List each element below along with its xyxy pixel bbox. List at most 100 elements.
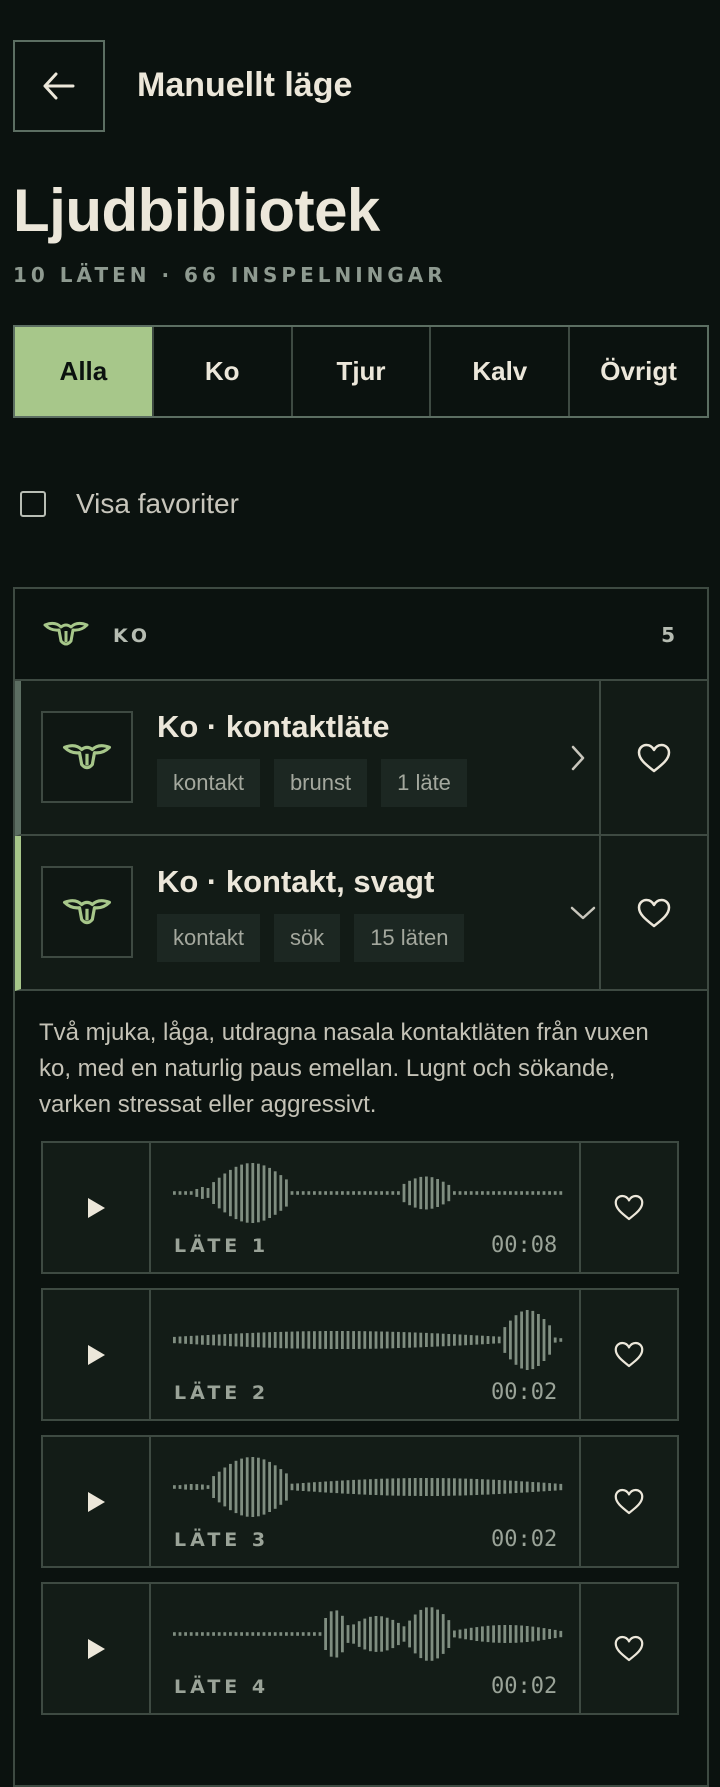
- waveform-bar: [430, 1177, 434, 1209]
- waveform-bar: [324, 1331, 327, 1349]
- waveform-bar: [178, 1485, 182, 1489]
- recording-duration: 00:02: [491, 1380, 558, 1405]
- waveform-bar: [296, 1632, 299, 1636]
- waveform-bar: [324, 1618, 327, 1650]
- back-button[interactable]: [13, 40, 105, 132]
- waveform-bar: [492, 1479, 495, 1495]
- tag: kontakt: [157, 759, 260, 807]
- waveform-bar: [464, 1191, 467, 1195]
- waveform-bar: [374, 1616, 378, 1652]
- waveform-bar: [313, 1482, 316, 1492]
- heart-icon: [637, 743, 671, 772]
- tab-ovrigt[interactable]: Övrigt: [570, 327, 707, 416]
- waveform-bar: [212, 1476, 215, 1498]
- waveform-bar: [363, 1191, 367, 1195]
- waveform[interactable]: [173, 1457, 565, 1517]
- waveform-bar: [201, 1632, 204, 1636]
- waveform-bar: [419, 1176, 423, 1210]
- sound-description: Två mjuka, låga, utdragna nasala kontakt…: [39, 1019, 649, 1118]
- chevron-right-icon[interactable]: [569, 743, 587, 773]
- favorites-label: Visa favoriter: [76, 488, 239, 519]
- waveform-bar: [173, 1336, 176, 1344]
- waveform-bar: [257, 1457, 260, 1517]
- waveform-bar: [257, 1163, 260, 1223]
- play-button[interactable]: [43, 1584, 151, 1713]
- tab-kalv[interactable]: Kalv: [431, 327, 571, 416]
- waveform-bar: [486, 1479, 490, 1495]
- heart-icon: [614, 1635, 644, 1662]
- recording-row: LÄTE 2 00:02: [41, 1288, 679, 1421]
- waveform-bar: [436, 1609, 439, 1659]
- waveform-bar: [475, 1335, 479, 1345]
- header-title: Manuellt läge: [137, 66, 353, 104]
- waveform-bar: [458, 1629, 462, 1639]
- favorite-button[interactable]: [579, 1584, 677, 1713]
- waveform-bar: [430, 1607, 434, 1661]
- favorite-button[interactable]: [579, 1290, 677, 1419]
- waveform-bar: [475, 1627, 479, 1641]
- arrow-left-icon: [43, 72, 75, 100]
- waveform-bar: [335, 1480, 339, 1494]
- waveform-bar: [503, 1327, 507, 1353]
- favorite-button[interactable]: [579, 1437, 677, 1566]
- heart-icon: [637, 898, 671, 927]
- waveform[interactable]: [173, 1604, 565, 1664]
- waveform-bar: [391, 1478, 395, 1496]
- waveform-bar: [369, 1616, 372, 1652]
- tag: kontakt: [157, 914, 260, 962]
- tab-alla[interactable]: Alla: [15, 327, 154, 416]
- waveform-bar: [313, 1331, 316, 1349]
- favorites-checkbox[interactable]: [20, 491, 46, 517]
- waveform-bar: [307, 1331, 311, 1349]
- group-header[interactable]: KO 5: [15, 589, 707, 681]
- waveform-bar: [229, 1463, 232, 1511]
- waveform-bar: [469, 1335, 473, 1345]
- waveform-bar: [464, 1334, 467, 1346]
- waveform-bar: [223, 1173, 227, 1213]
- waveform-bar: [173, 1485, 176, 1489]
- waveform-bar: [391, 1331, 395, 1349]
- play-button[interactable]: [43, 1437, 151, 1566]
- waveform-bar: [285, 1632, 288, 1636]
- waveform-bar: [374, 1331, 378, 1349]
- play-button[interactable]: [43, 1290, 151, 1419]
- waveform-bar: [503, 1480, 507, 1494]
- waveform-bar: [497, 1625, 501, 1643]
- waveform[interactable]: [173, 1163, 565, 1223]
- chevron-down-icon[interactable]: [569, 898, 597, 928]
- recording-label: LÄTE 4: [174, 1676, 270, 1698]
- tab-tjur[interactable]: Tjur: [293, 327, 432, 416]
- waveform-bar: [262, 1165, 266, 1221]
- sound-item[interactable]: Ko · kontaktläte kontakt brunst 1 läte: [15, 681, 707, 836]
- waveform-bar: [391, 1619, 395, 1649]
- waveform-bar: [201, 1187, 204, 1199]
- favorites-toggle[interactable]: Visa favoriter: [20, 484, 239, 524]
- favorite-button[interactable]: [599, 681, 707, 834]
- favorite-button[interactable]: [599, 836, 707, 989]
- waveform-bar: [447, 1478, 451, 1496]
- waveform-bar: [531, 1191, 535, 1195]
- waveform-bar: [234, 1333, 238, 1347]
- waveform-bar: [245, 1163, 249, 1223]
- waveform-bar: [402, 1478, 406, 1496]
- favorite-button[interactable]: [579, 1143, 677, 1272]
- sound-title: Ko · kontakt, svagt: [157, 864, 435, 899]
- waveform-bar: [229, 1333, 232, 1347]
- waveform-bar: [251, 1632, 255, 1636]
- waveform-bar: [436, 1478, 439, 1496]
- waveform-bar: [273, 1171, 277, 1215]
- waveform-bar: [385, 1617, 389, 1651]
- sound-item[interactable]: Ko · kontakt, svagt kontakt sök 15 läten: [15, 836, 707, 991]
- tab-ko[interactable]: Ko: [154, 327, 293, 416]
- waveform[interactable]: [173, 1310, 565, 1370]
- waveform-bar: [206, 1485, 210, 1489]
- waveform-bar: [363, 1618, 367, 1650]
- waveform-bar: [520, 1191, 523, 1195]
- category-tabs: Alla Ko Tjur Kalv Övrigt: [13, 325, 709, 418]
- waveform-bar: [380, 1616, 383, 1652]
- play-button[interactable]: [43, 1143, 151, 1272]
- waveform-bar: [268, 1632, 271, 1636]
- waveform-bar: [290, 1331, 294, 1349]
- waveform-bar: [531, 1482, 535, 1492]
- waveform-bar: [514, 1480, 518, 1493]
